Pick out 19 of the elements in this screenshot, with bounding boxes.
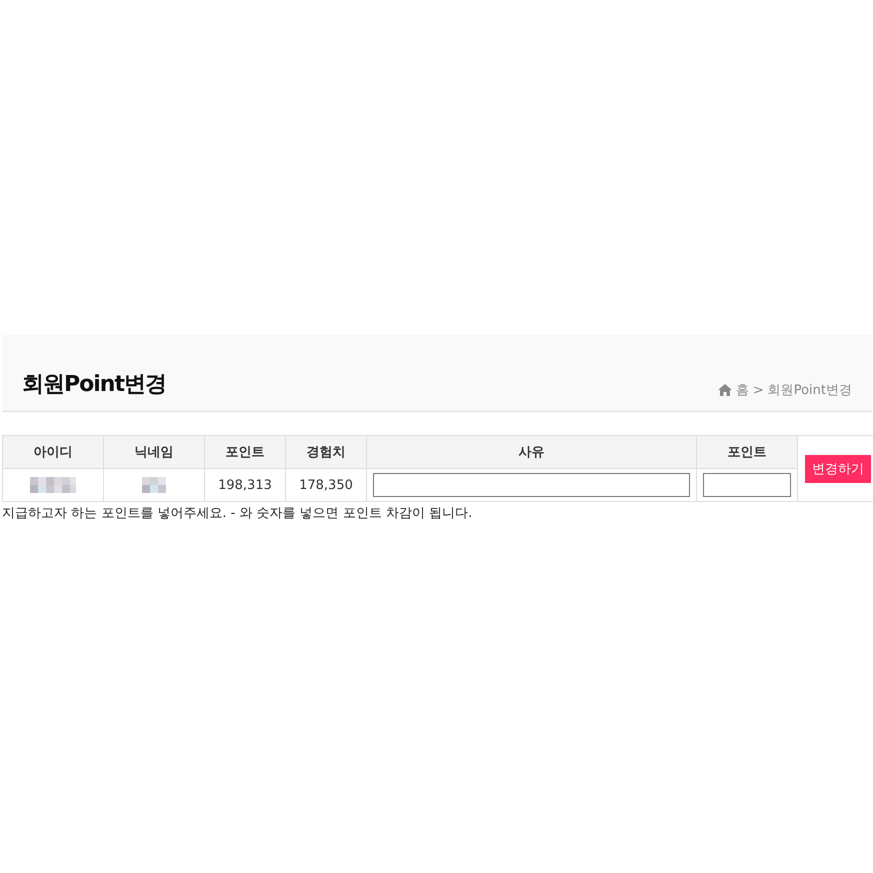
home-icon: [718, 384, 732, 396]
table-cell: 198,313: [204, 468, 286, 502]
input-field[interactable]: [373, 473, 690, 497]
column-header: 경험치: [286, 436, 366, 468]
breadcrumb-separator: >: [752, 382, 764, 398]
input-field[interactable]: [703, 473, 791, 497]
breadcrumb-link[interactable]: 회원Point변경: [768, 381, 852, 399]
table-cell: 178,350: [286, 468, 366, 502]
breadcrumb-link[interactable]: 홈: [736, 381, 749, 399]
page-title: 회원Point변경: [22, 371, 166, 399]
pixelated-value: [30, 477, 76, 493]
pixelated-value: [142, 477, 166, 493]
column-header: 사유: [366, 436, 696, 468]
help-text: 지급하고자 하는 포인트를 넣어주세요. - 와 숫자를 넣으면 포인트 차감이 됩니다.: [2, 505, 474, 522]
column-header: 닉네임: [104, 436, 204, 468]
column-header: 포인트: [204, 436, 286, 468]
change-button[interactable]: 변경하기: [805, 454, 871, 482]
column-header: 아이디: [2, 436, 104, 468]
column-header: 포인트: [696, 436, 798, 468]
